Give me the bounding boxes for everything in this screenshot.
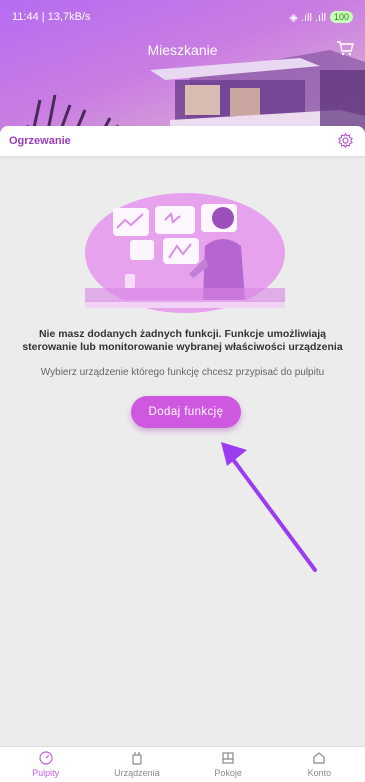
nav-item-pulpity[interactable]: Pulpity [0,747,91,782]
nav-item-konto[interactable]: Konto [274,747,365,782]
gear-icon[interactable] [337,132,354,149]
nav-label: Pokoje [214,768,242,778]
empty-state-hint: Wybierz urządzenie którego funkcję chces… [40,367,325,378]
nav-label: Pulpity [32,768,60,778]
nav-item-pokoje[interactable]: Pokoje [183,747,274,782]
empty-state-illustration [85,193,285,313]
section-title[interactable]: Ogrzewanie [9,135,71,147]
status-time: 11:44 | 13,7kB/s [12,11,91,23]
add-function-button[interactable]: Dodaj funkcję [131,396,241,428]
bottom-navigation: Pulpity Urządzenia Pokoje Konto [0,746,365,782]
account-icon [313,752,325,764]
dashboard-icon [39,751,53,765]
empty-state-message: Nie masz dodanych żadnych funkcji. Funkc… [22,328,343,353]
header-banner: 11:44 | 13,7kB/s ◈ .ıll .ıll 100 Mieszka… [0,0,365,146]
battery-icon: 100 [329,11,353,23]
page-title: Mieszkanie [147,42,218,58]
status-bar: 11:44 | 13,7kB/s ◈ .ıll .ıll 100 [12,9,353,25]
arrow-annotation-icon [221,442,317,572]
nav-label: Konto [307,768,332,778]
cart-icon[interactable] [335,38,355,58]
app-screen: 11:44 | 13,7kB/s ◈ .ıll .ıll 100 Mieszka… [0,0,365,782]
status-indicators: ◈ .ıll .ıll 100 [289,11,353,24]
rooms-icon [222,752,234,764]
device-icon [132,752,142,765]
nav-label: Urządzenia [114,768,160,778]
signal-icon: ◈ .ıll .ıll [289,11,326,24]
dashboard-section-bar: Ogrzewanie [0,126,365,156]
nav-item-urzadzenia[interactable]: Urządzenia [91,747,182,782]
